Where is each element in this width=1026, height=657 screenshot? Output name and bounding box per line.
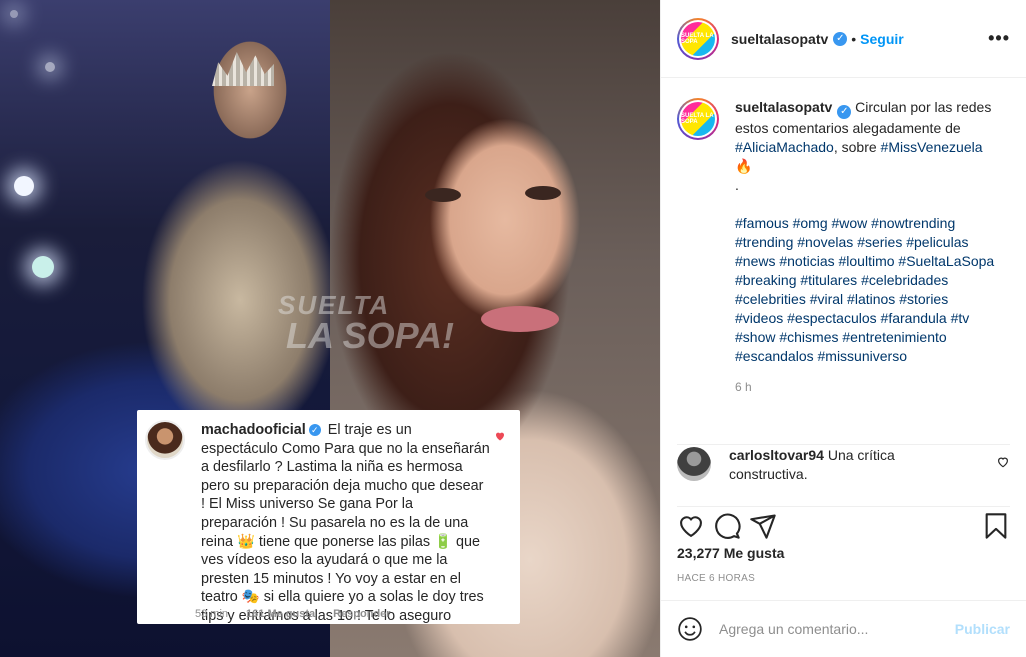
separator-dot: • bbox=[851, 30, 857, 47]
hashtags[interactable]: #famous #omg #wow #nowtrending #trending… bbox=[735, 215, 994, 364]
verified-icon: ✓ bbox=[837, 105, 852, 119]
publish-button[interactable]: Publicar bbox=[955, 621, 1010, 637]
comment-username[interactable]: carlosltovar94 bbox=[729, 447, 824, 463]
watermark-logo: SUELTA LA SOPA! bbox=[278, 290, 454, 356]
hashtag-link[interactable]: #AliciaMachado bbox=[735, 139, 834, 155]
profile-avatar[interactable]: SUELTA LA SOPA bbox=[677, 17, 719, 60]
post-image[interactable]: SUELTA LA SOPA! machadooficial ✓ El traje… bbox=[0, 0, 660, 657]
comment-like-icon[interactable] bbox=[996, 455, 1010, 469]
more-options-icon[interactable]: ••• bbox=[988, 28, 1010, 49]
follow-button[interactable]: Seguir bbox=[860, 31, 904, 47]
add-comment-bar: Agrega un comentario... Publicar bbox=[661, 600, 1026, 657]
bookmark-icon[interactable] bbox=[982, 512, 1010, 540]
likes-count[interactable]: 23,277 Me gusta bbox=[677, 545, 784, 561]
caption-body: sueltalasopatv ✓ Circulan por las redes e… bbox=[735, 98, 995, 397]
post-time: HACE 6 HORAS bbox=[677, 573, 756, 584]
post-header: SUELTA LA SOPA sueltalasopatv ✓ • Seguir… bbox=[661, 0, 1026, 78]
comment-text: carlosltovar94 Una crítica constructiva. bbox=[729, 447, 895, 482]
share-icon[interactable] bbox=[749, 512, 777, 540]
verified-icon: ✓ bbox=[833, 31, 848, 46]
comment-input[interactable]: Agrega un comentario... bbox=[719, 621, 955, 637]
caption-avatar[interactable]: SUELTA LA SOPA bbox=[677, 98, 719, 140]
screenshot-comment-text: machadooficial ✓ El traje es un espectácu… bbox=[201, 421, 491, 626]
crown bbox=[212, 52, 274, 86]
avatar bbox=[145, 420, 185, 460]
post-sidebar: SUELTA LA SOPA sueltalasopatv ✓ • Seguir… bbox=[660, 0, 1026, 657]
screenshot-comment-body: El traje es un espectáculo Como Para que… bbox=[201, 422, 490, 624]
comment-item: carlosltovar94 Una crítica constructiva. bbox=[677, 444, 1010, 484]
caption-username[interactable]: sueltalasopatv bbox=[735, 99, 832, 115]
hashtag-link[interactable]: #MissVenezuela bbox=[881, 139, 983, 155]
heart-icon bbox=[495, 432, 505, 441]
caption: SUELTA LA SOPA sueltalasopatv ✓ Circulan … bbox=[677, 98, 1010, 397]
commenter-avatar[interactable] bbox=[677, 447, 711, 481]
caption-time: 6 h bbox=[735, 380, 752, 394]
lips bbox=[481, 306, 559, 332]
instagram-post: SUELTA LA SOPA! machadooficial ✓ El traje… bbox=[0, 0, 1026, 657]
screenshot-comment-meta: 53 min 161 Me gusta Responder bbox=[195, 608, 391, 620]
comment-icon[interactable] bbox=[713, 512, 741, 540]
fire-emoji: 🔥 bbox=[735, 158, 753, 174]
header-username[interactable]: sueltalasopatv bbox=[731, 31, 828, 47]
screenshot-username: machadooficial bbox=[201, 422, 306, 438]
comment-screenshot: machadooficial ✓ El traje es un espectácu… bbox=[137, 410, 520, 624]
verified-icon: ✓ bbox=[308, 424, 321, 436]
like-icon[interactable] bbox=[677, 512, 705, 540]
emoji-icon[interactable] bbox=[677, 616, 703, 642]
action-bar bbox=[677, 506, 1010, 540]
